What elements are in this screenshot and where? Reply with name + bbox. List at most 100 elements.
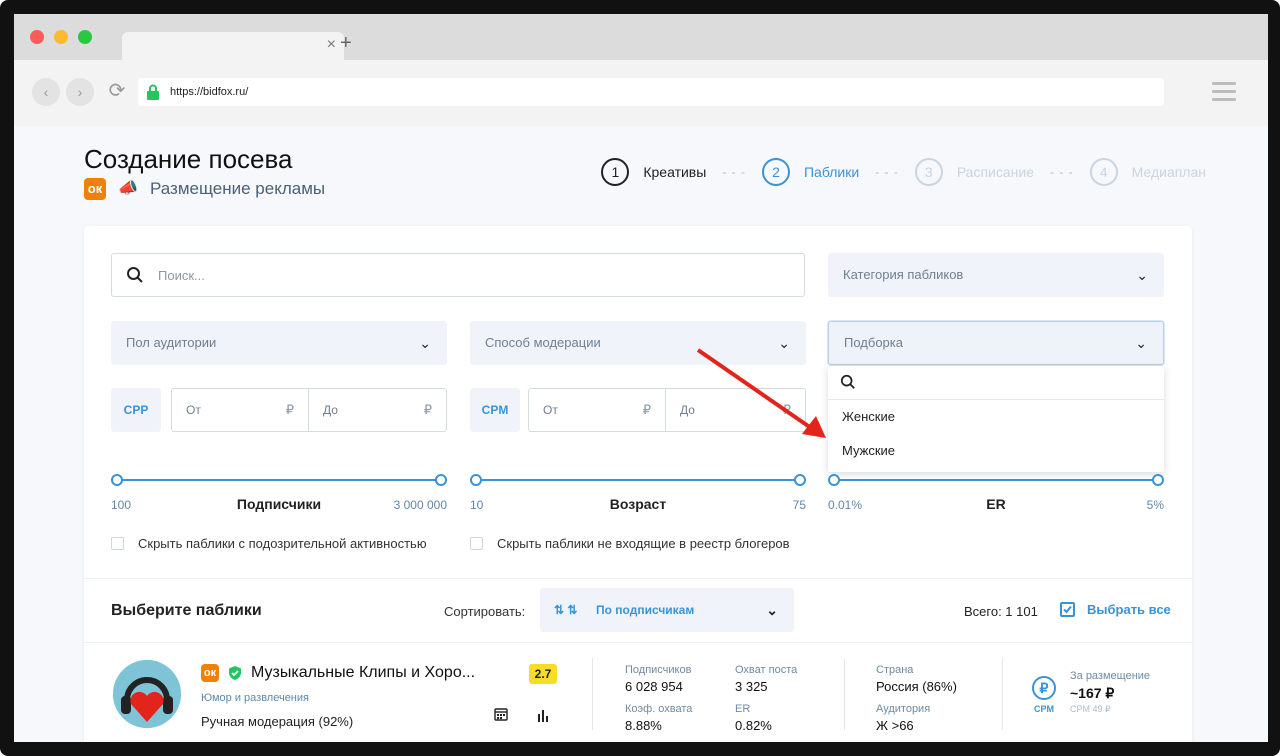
gender-select[interactable]: Пол аудитории ⌄ <box>111 321 447 365</box>
tab-close-icon[interactable]: × <box>327 36 336 54</box>
url-input[interactable]: https://bidfox.ru/ <box>138 78 1164 106</box>
list-item[interactable]: ок Музыкальные Клипы и Хоро... Юмор и ра… <box>84 646 1192 742</box>
stat-label: ER <box>735 703 751 715</box>
er-stat: ER 0.82% <box>735 703 772 733</box>
browser-tab[interactable]: × <box>122 32 344 60</box>
dropdown-option-female[interactable]: Женские <box>828 400 1164 434</box>
step-number: 2 <box>761 158 790 186</box>
hamburger-menu-icon[interactable] <box>1212 82 1236 102</box>
cpm-badge-label: CPM <box>1034 704 1054 714</box>
chevron-down-icon: ⌄ <box>419 335 431 351</box>
maximize-window-dot[interactable] <box>78 30 92 44</box>
moderation-select-label: Способ модерации <box>485 335 601 350</box>
country-stat: Страна Россия (86%) <box>876 664 957 694</box>
sort-select[interactable]: ⇅ ⇅ По подписчикам ⌄ <box>540 588 794 632</box>
ruble-icon: ₽ <box>1032 676 1056 700</box>
age-slider[interactable]: 10 Возраст 75 <box>470 474 806 514</box>
browser-window: × + ‹ › ⟳ https://bidfox.ru/ Создание по… <box>14 14 1268 742</box>
checkbox-label: Скрыть паблики не входящие в реестр блог… <box>497 536 790 551</box>
step-number: 1 <box>601 158 630 186</box>
odnoklassniki-icon: ок <box>201 664 219 682</box>
forward-button[interactable]: › <box>66 78 94 106</box>
public-avatar <box>113 660 181 728</box>
cpp-to-placeholder: До <box>323 403 338 417</box>
slider-min-handle[interactable] <box>470 474 482 486</box>
collection-select[interactable]: Подборка ⌄ <box>828 321 1164 365</box>
reach-coef-stat: Коэф. охвата 8.88% <box>625 703 692 733</box>
price-label: За размещение <box>1070 670 1151 682</box>
slider-track <box>476 479 800 481</box>
sort-value: По подписчикам <box>596 603 695 617</box>
price-value: ~167 ₽ <box>1070 685 1115 701</box>
red-arrow-annotation <box>696 348 826 438</box>
checkbox-box[interactable] <box>111 537 124 550</box>
page-content: Создание посева ок 📣 Размещение рекламы … <box>14 126 1268 742</box>
minimize-window-dot[interactable] <box>54 30 68 44</box>
search-icon <box>127 267 143 283</box>
calendar-icon[interactable] <box>494 707 508 721</box>
back-button[interactable]: ‹ <box>32 78 60 106</box>
page-title: Создание посева <box>84 144 293 174</box>
ruble-icon: ₽ <box>285 402 294 417</box>
search-placeholder: Поиск... <box>158 268 205 283</box>
slider-label: Возраст <box>609 496 667 512</box>
slider-max-handle[interactable] <box>1152 474 1164 486</box>
slider-max-handle[interactable] <box>794 474 806 486</box>
cpp-label: CPP <box>111 388 161 432</box>
close-window-dot[interactable] <box>30 30 44 44</box>
step-separator: - - - <box>1050 165 1074 179</box>
search-input[interactable]: Поиск... <box>111 253 805 297</box>
lock-icon <box>147 84 159 100</box>
reload-icon[interactable]: ⟳ <box>104 78 130 104</box>
cpp-to-input[interactable]: До ₽ <box>308 388 447 432</box>
divider <box>1002 658 1003 730</box>
page-subtitle-row: ок 📣 Размещение рекламы <box>84 178 325 200</box>
slider-track <box>117 479 441 481</box>
search-icon <box>840 374 855 389</box>
gender-select-label: Пол аудитории <box>126 335 217 350</box>
public-name[interactable]: Музыкальные Клипы и Хоро... <box>251 664 475 682</box>
stats-bars-icon[interactable] <box>536 708 550 722</box>
subscribers-stat: Подписчиков 6 028 954 <box>625 664 691 694</box>
step-separator: - - - <box>722 165 746 179</box>
subscribers-slider[interactable]: 100 Подписчики 3 000 000 <box>111 474 447 514</box>
dropdown-option-male[interactable]: Мужские <box>828 434 1164 468</box>
select-all-label: Выбрать все <box>1087 602 1171 617</box>
step-schedule[interactable]: 3 Расписание <box>914 158 1034 186</box>
dropdown-search-input[interactable] <box>828 366 1164 400</box>
er-slider[interactable]: 0.01% ER 5% <box>828 474 1164 514</box>
step-number: 4 <box>1089 158 1118 186</box>
cpm-label: CPM <box>470 388 520 432</box>
category-select-label: Категория пабликов <box>843 267 964 282</box>
step-separator: - - - <box>875 165 899 179</box>
select-all-button[interactable]: Выбрать все <box>1060 602 1171 617</box>
public-name-row: ок Музыкальные Клипы и Хоро... <box>201 664 475 682</box>
checkbox-box[interactable] <box>470 537 483 550</box>
reach-stat: Охват поста 3 325 <box>735 664 797 694</box>
stat-value: 6 028 954 <box>625 679 683 694</box>
slider-max-value: 3 000 000 <box>393 498 447 512</box>
wizard-steps: 1 Креативы - - - 2 Паблики - - - 3 Распи… <box>601 158 1206 186</box>
step-number: 3 <box>914 158 943 186</box>
step-mediaplan[interactable]: 4 Медиаплан <box>1089 158 1206 186</box>
list-heading: Выберите паблики <box>111 602 262 619</box>
tab-bar: × + <box>14 14 1268 60</box>
new-tab-icon[interactable]: + <box>340 32 352 55</box>
step-label: Медиаплан <box>1131 164 1206 180</box>
cpm-value: CPM 49 ₽ <box>1070 704 1111 714</box>
cpm-from-input[interactable]: От ₽ <box>528 388 666 432</box>
slider-min-handle[interactable] <box>111 474 123 486</box>
chevron-down-icon: ⌄ <box>766 602 778 618</box>
slider-min-handle[interactable] <box>828 474 840 486</box>
slider-max-handle[interactable] <box>435 474 447 486</box>
step-creatives[interactable]: 1 Креативы <box>601 158 706 186</box>
divider <box>844 658 845 730</box>
chevron-down-icon: ⌄ <box>1135 335 1147 351</box>
public-moderation: Ручная модерация (92%) <box>201 714 354 729</box>
hide-suspicious-checkbox[interactable]: Скрыть паблики с подозрительной активнос… <box>111 536 427 551</box>
cpp-from-input[interactable]: От ₽ <box>171 388 309 432</box>
category-select[interactable]: Категория пабликов ⌄ <box>828 253 1164 297</box>
filters-card: Поиск... Категория пабликов ⌄ Пол аудито… <box>84 226 1192 742</box>
hide-unregistered-checkbox[interactable]: Скрыть паблики не входящие в реестр блог… <box>470 536 790 551</box>
step-publics[interactable]: 2 Паблики <box>761 158 859 186</box>
